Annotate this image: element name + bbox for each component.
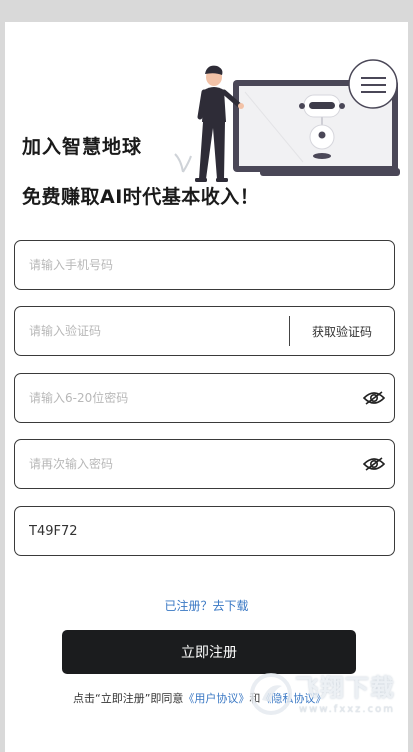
hero-banner: 加入智慧地球 免费赚取AI时代基本收入！ (5, 22, 408, 222)
get-code-button[interactable]: 获取验证码 (290, 323, 394, 340)
watermark-logo-icon (250, 673, 292, 715)
watermark: 飞翔下载 www.fxxz.com (245, 662, 408, 728)
invite-code-field (14, 506, 395, 556)
verification-code-field: 获取验证码 (14, 306, 395, 356)
phone-field (14, 240, 395, 290)
plant-illustration (174, 153, 192, 173)
hero-title: 加入智慧地球 (22, 136, 143, 158)
watermark-domain: www.fxxz.com (299, 704, 395, 715)
agreement-prefix: 点击“立即注册”即同意 (73, 692, 184, 705)
hero-subtitle: 免费赚取AI时代基本收入！ (22, 186, 260, 208)
confirm-password-input[interactable] (15, 439, 354, 489)
laptop-base (260, 168, 400, 176)
password-field (14, 373, 395, 423)
user-agreement-link[interactable]: 《用户协议》 (183, 692, 249, 705)
phone-input[interactable] (15, 240, 394, 290)
password-input[interactable] (15, 373, 354, 423)
eye-slash-icon[interactable] (354, 390, 394, 406)
register-page: 加入智慧地球 免费赚取AI时代基本收入！ 获取验证码 (5, 22, 408, 752)
already-registered-link[interactable]: 已注册？去下载 (5, 597, 408, 614)
speech-bubble-icon (348, 59, 398, 109)
invite-code-input[interactable] (15, 506, 394, 556)
watermark-brand: 飞翔下载 (295, 674, 395, 702)
eye-slash-icon[interactable] (354, 456, 394, 472)
verification-code-input[interactable] (15, 306, 289, 356)
confirm-password-field (14, 439, 395, 489)
